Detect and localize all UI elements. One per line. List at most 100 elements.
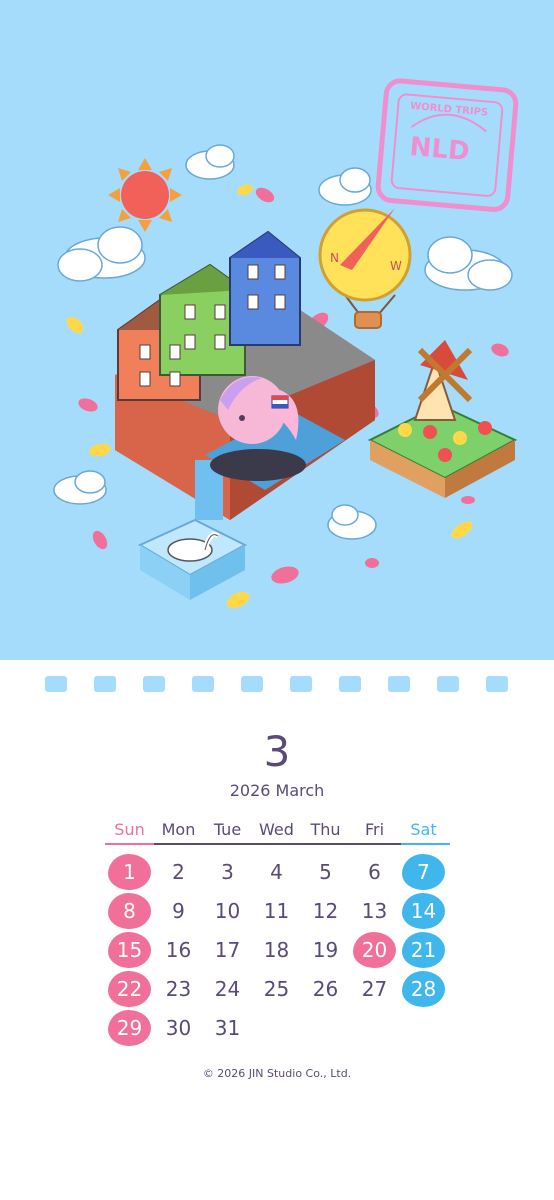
day-number: 6 [368, 860, 381, 884]
day-cell: 27 [350, 971, 399, 1007]
day-number: 14 [410, 899, 437, 923]
day-cell: 2 [154, 854, 203, 890]
dash [45, 676, 67, 692]
weekday-sun: Sun [114, 820, 145, 839]
world-trips-stamp: NLD WORLD TRIPS [375, 78, 519, 212]
day-cell: 29 [105, 1010, 154, 1046]
dash [143, 676, 165, 692]
day-cell: 6 [350, 854, 399, 890]
day-number: 16 [165, 938, 192, 962]
cloud-5 [53, 470, 107, 505]
weekday-fri: Fri [364, 820, 385, 839]
day-number: 22 [116, 977, 143, 1001]
day-cell: 17 [203, 932, 252, 968]
day-cell: 22 [105, 971, 154, 1007]
copyright-text: © 2026 JIN Studio Co., Ltd. [202, 1067, 352, 1080]
dash [241, 676, 263, 692]
day-cell: 19 [301, 932, 350, 968]
weekday-wed: Wed [259, 820, 294, 839]
day-number: 15 [116, 938, 143, 962]
dash [388, 676, 410, 692]
day-cell: 21 [399, 932, 448, 968]
day-cell: 26 [301, 971, 350, 1007]
day-number: 10 [214, 899, 241, 923]
day-cell: 15 [105, 932, 154, 968]
weekday-sat: Sat [410, 820, 437, 839]
compass-balloon: N W [318, 208, 412, 329]
dash [339, 676, 361, 692]
day-number: 2 [172, 860, 185, 884]
day-number: 28 [410, 977, 437, 1001]
windmill-tulip-island [367, 340, 518, 498]
day-number: 20 [361, 938, 388, 962]
dash [290, 676, 312, 692]
day-cell: 28 [399, 971, 448, 1007]
day-cell: 10 [203, 893, 252, 929]
day-number: 8 [123, 899, 136, 923]
day-cell: 31 [203, 1010, 252, 1046]
perforation-dashes [45, 676, 509, 692]
day-cell: 7 [399, 854, 448, 890]
day-number: 1 [123, 860, 136, 884]
day-cell: 25 [252, 971, 301, 1007]
calendar-illustration: NLD WORLD TRIPS N W [0, 0, 554, 660]
netherlands-scene-artwork: NLD WORLD TRIPS N W [53, 78, 519, 609]
day-cell: 8 [105, 893, 154, 929]
day-cell: 30 [154, 1010, 203, 1046]
weekday-divider [105, 843, 450, 845]
day-cell: 18 [252, 932, 301, 968]
weekday-tue: Tue [213, 820, 242, 839]
day-number: 9 [172, 899, 185, 923]
weekday-divider-sat [401, 843, 450, 845]
day-cell: 16 [154, 932, 203, 968]
weekday-header: Sun Mon Tue Wed Thu Fri Sat [105, 818, 450, 844]
day-number: 27 [361, 977, 388, 1001]
day-number: 12 [312, 899, 339, 923]
dash [437, 676, 459, 692]
day-cell: 14 [399, 893, 448, 929]
cloud-2 [185, 144, 235, 180]
day-number: 18 [263, 938, 290, 962]
day-cell: 13 [350, 893, 399, 929]
day-number: 19 [312, 938, 339, 962]
day-cell: 4 [252, 854, 301, 890]
day-cell: 3 [203, 854, 252, 890]
day-cell: 9 [154, 893, 203, 929]
day-grid: 1 2 3 4 5 6 7 8 9 10 11 12 13 14 15 16 17 18 19 20 21 22 23 24 2… [105, 854, 450, 1054]
day-number: 24 [214, 977, 241, 1001]
svg-text:WORLD TRIPS: WORLD TRIPS [410, 101, 489, 119]
weekday-divider-sun [105, 843, 154, 845]
svg-text:W: W [390, 259, 402, 273]
day-number: 25 [263, 977, 290, 1001]
day-cell: 12 [301, 893, 350, 929]
day-number: 7 [417, 860, 430, 884]
month-number: 3 [263, 727, 291, 776]
sun-icon [108, 158, 182, 232]
dash [192, 676, 214, 692]
cloud-1 [57, 226, 146, 282]
day-number: 4 [270, 860, 283, 884]
day-number: 23 [165, 977, 192, 1001]
day-cell: 23 [154, 971, 203, 1007]
cloud-4 [424, 236, 513, 291]
day-number: 26 [312, 977, 339, 1001]
dash [486, 676, 508, 692]
day-cell: 20 [350, 932, 399, 968]
weekday-thu: Thu [310, 820, 341, 839]
day-number: 13 [361, 899, 388, 923]
cloud-6 [327, 504, 377, 540]
day-number: 17 [214, 938, 241, 962]
cloud-3 [318, 167, 372, 206]
svg-text:NLD: NLD [408, 132, 470, 167]
day-number: 31 [214, 1016, 241, 1040]
day-cell: 1 [105, 854, 154, 890]
day-cell: 11 [252, 893, 301, 929]
day-number: 5 [319, 860, 332, 884]
day-number: 21 [410, 938, 437, 962]
day-cell: 24 [203, 971, 252, 1007]
day-number: 29 [116, 1016, 143, 1040]
day-number: 30 [165, 1016, 192, 1040]
day-cell: 5 [301, 854, 350, 890]
day-number: 11 [263, 899, 290, 923]
swan-ice-block [137, 518, 248, 600]
